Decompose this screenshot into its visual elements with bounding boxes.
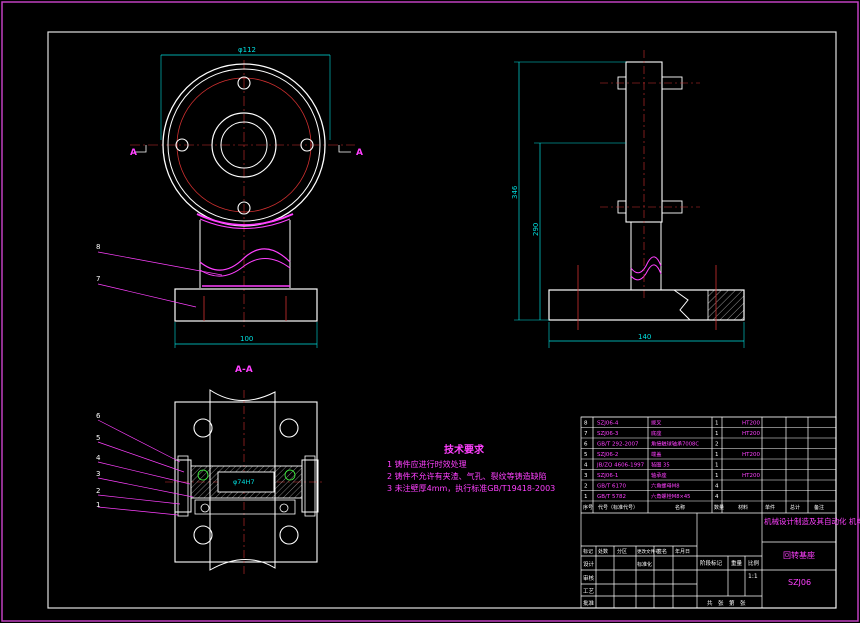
project-name: 机械设计制造及其自动化 机电05-3班: [764, 516, 860, 526]
title-block-text: 机械设计制造及其自动化 机电05-3班 回转基座 SZJ06 1:1 阶段标记 …: [583, 504, 860, 607]
bom-cell-qty: 2: [715, 442, 719, 448]
bom-header-unit: 单件: [765, 504, 775, 511]
bom-cell-no: 2: [584, 484, 588, 490]
sheet-index-unit: 张: [740, 599, 746, 607]
bom-header-total: 总计: [790, 504, 800, 511]
bom-cell-qty: 1: [715, 431, 719, 437]
rev-label-count: 处数: [598, 548, 608, 555]
bom-cell-code: SZJ06-3: [597, 431, 619, 437]
bom-cell-name: 轴承座: [651, 471, 667, 479]
rev-label-date: 年月日: [675, 548, 690, 555]
callout-4: 4: [96, 454, 101, 462]
bom-cell-code: GB/T 5782: [597, 494, 626, 500]
drawing-name: 回转基座: [783, 550, 815, 560]
scale-label: 比例: [748, 559, 760, 567]
callout-7: 7: [96, 275, 100, 283]
stage-label: 阶段标记: [700, 559, 723, 567]
bom-header-code: 代号（标准代号）: [598, 504, 638, 511]
bom-cell-code: JB/ZQ 4606-1997: [596, 463, 645, 469]
callout-8: 8: [96, 243, 100, 251]
rev-label-sign: 签名: [657, 548, 667, 555]
bom-cell-material: HT200: [742, 421, 760, 427]
bom-cell-no: 4: [584, 463, 588, 469]
fit-label: φ74H7: [233, 478, 255, 486]
rev-label-zone: 分区: [617, 548, 627, 555]
sheet-index-label: 第: [729, 599, 735, 607]
role-design: 设计: [583, 560, 595, 568]
bom-cell-name: 角接触球轴承7008C: [651, 440, 699, 448]
role-approve: 批准: [583, 599, 595, 607]
bom-cell-material: HT200: [742, 452, 760, 458]
role-process: 工艺: [583, 588, 595, 595]
bom-cell-name: 端盖: [651, 450, 661, 458]
sheet-unit-label: 张: [718, 599, 724, 607]
notes-title: 技术要求: [444, 443, 485, 456]
drawing-number: SZJ06: [788, 578, 811, 587]
bom-cell-material: HT200: [742, 431, 760, 437]
bom-cell-qty: 4: [715, 494, 719, 500]
bom-cell-qty: 1: [715, 452, 719, 458]
dim-height-outer: 346: [511, 185, 519, 199]
bom-cell-qty: 4: [715, 484, 719, 490]
bom-header-material: 材料: [738, 504, 748, 511]
drawing-canvas: φ112 100 A A 8 7 346 290 140 A-A φ74H7 6…: [1, 1, 860, 622]
bom-cell-no: 5: [584, 452, 588, 458]
bom-cell-name: 毡圈 35: [651, 461, 670, 469]
rev-label-mark: 标记: [583, 548, 593, 555]
dim-diameter: φ112: [238, 46, 256, 54]
dim-height-inner: 290: [532, 223, 540, 236]
bom-cell-code: SZJ06-4: [597, 421, 619, 427]
weight-label: 重量: [731, 559, 743, 567]
dim-side-width: 140: [638, 333, 651, 341]
bom-cell-name: 拨叉: [651, 419, 661, 427]
bom-cell-name: 六角螺母M8: [651, 482, 680, 490]
section-mark-left: A: [130, 148, 137, 158]
bom-cell-no: 3: [584, 473, 588, 479]
top-view: φ112 100 A A 8 7: [96, 46, 363, 348]
section-view: A-A φ74H7 6 5 4 3 2 1: [96, 365, 325, 575]
bom-cell-code: SZJ06-2: [597, 452, 618, 458]
callout-1: 1: [96, 501, 100, 509]
bom-cell-qty: 1: [715, 473, 719, 479]
bom-header-note: 备注: [814, 504, 824, 511]
bom-cell-name: 六角螺栓M8×45: [651, 492, 690, 500]
bom-cell-code: GB/T 292-2007: [597, 442, 639, 448]
callout-5: 5: [96, 434, 100, 442]
bom-header-name: 名称: [675, 504, 685, 511]
bom-cell-no: 1: [584, 494, 588, 500]
bom-cell-code: SZJ06-1: [597, 473, 618, 479]
bom-cell-material: HT200: [742, 473, 760, 479]
dim-base-width: 100: [240, 335, 253, 343]
note-3: 3 未注壁厚4mm，执行标准GB/T19418-2003: [387, 483, 555, 493]
std-label: 标准化: [637, 561, 652, 568]
section-mark-right: A: [356, 148, 363, 158]
bom-cell-no: 7: [584, 431, 588, 437]
callout-6: 6: [96, 412, 101, 420]
bom-cell-no: 8: [584, 421, 588, 427]
base-plate: [174, 288, 318, 322]
note-1: 1 铸件应进行时效处理: [387, 459, 467, 469]
callout-2: 2: [96, 487, 100, 495]
callout-3: 3: [96, 470, 100, 478]
technical-notes: 技术要求 1 铸件应进行时效处理 2 铸件不允许有夹渣、气孔、裂纹等铸造缺陷 3…: [387, 443, 555, 493]
side-view: 346 290 140: [511, 50, 745, 348]
role-review: 审核: [583, 574, 595, 582]
note-2: 2 铸件不允许有夹渣、气孔、裂纹等铸造缺陷: [387, 471, 547, 481]
section-title: A-A: [235, 365, 253, 375]
bom-header-no: 序号: [583, 504, 593, 511]
sheet-total-label: 共: [707, 599, 713, 607]
scale-value: 1:1: [748, 573, 758, 580]
bom-cell-qty: 1: [715, 421, 719, 427]
bom-cell-qty: 1: [715, 463, 719, 469]
bom-cell-name: 底座: [651, 429, 661, 437]
bom-cell-code: GB/T 6170: [597, 484, 626, 490]
bom-header-qty: 数量: [714, 504, 724, 511]
bom-cell-no: 6: [584, 442, 588, 448]
